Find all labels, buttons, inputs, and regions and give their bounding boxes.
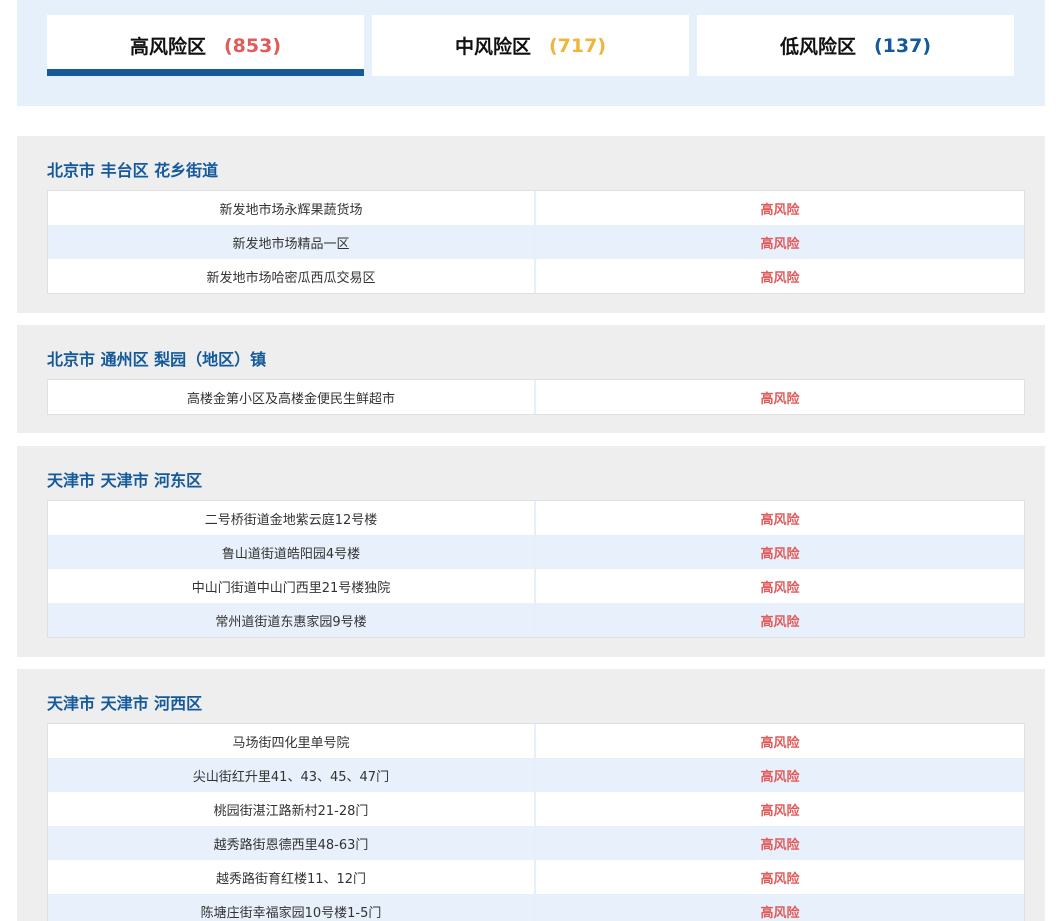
table-row: 高楼金第小区及高楼金便民生鲜超市 高风险 [48,380,1024,414]
area-section-beijing-fengtai: 北京市 丰台区 花乡街道 新发地市场永辉果蔬货场 高风险 新发地市场精品一区 高… [17,136,1045,313]
table-row: 马场街四化里单号院 高风险 [48,724,1024,758]
risk-level-cell: 高风险 [760,202,800,218]
location-cell: 鲁山道街道皓阳园4号楼 [48,535,536,569]
risk-level-tabs: 高风险区 (853) 中风险区 (717) 低风险区 (137) [17,0,1045,106]
area-table: 马场街四化里单号院 高风险 尖山街红升里41、43、45、47门 高风险 桃园街… [47,723,1025,921]
risk-level-cell: 高风险 [760,735,800,751]
tab-low-risk-label: 低风险区 [779,36,856,58]
tab-low-risk[interactable]: 低风险区 (137) [697,15,1014,76]
table-row: 二号桥街道金地紫云庭12号楼 高风险 [48,501,1024,535]
table-row: 中山门街道中山门西里21号楼独院 高风险 [48,569,1024,603]
area-table: 新发地市场永辉果蔬货场 高风险 新发地市场精品一区 高风险 新发地市场哈密瓜西瓜… [47,190,1025,294]
risk-level-cell: 高风险 [760,803,800,819]
tab-medium-risk-label: 中风险区 [454,36,531,58]
table-row: 鲁山道街道皓阳园4号楼 高风险 [48,535,1024,569]
tab-high-risk-count: (853) [223,34,282,57]
table-row: 陈塘庄街幸福家园10号楼1-5门 高风险 [48,894,1024,921]
location-cell: 常州道街道东惠家园9号楼 [48,603,536,637]
risk-level-cell: 高风险 [760,871,800,887]
area-section-beijing-tongzhou: 北京市 通州区 梨园（地区）镇 高楼金第小区及高楼金便民生鲜超市 高风险 [17,325,1045,433]
area-title: 天津市 天津市 河西区 [47,694,203,713]
area-section-tianjin-hedong: 天津市 天津市 河东区 二号桥街道金地紫云庭12号楼 高风险 鲁山道街道皓阳园4… [17,446,1045,657]
table-row: 尖山街红升里41、43、45、47门 高风险 [48,758,1024,792]
tab-high-risk-label: 高风险区 [129,36,206,58]
location-cell: 二号桥街道金地紫云庭12号楼 [48,501,536,535]
table-row: 越秀路街育红楼11、12门 高风险 [48,860,1024,894]
table-row: 常州道街道东惠家园9号楼 高风险 [48,603,1024,637]
risk-level-cell: 高风险 [760,391,800,407]
risk-level-cell: 高风险 [760,580,800,596]
tab-low-risk-count: (137) [873,34,932,57]
table-row: 越秀路街恩德西里48-63门 高风险 [48,826,1024,860]
location-cell: 新发地市场哈密瓜西瓜交易区 [48,259,536,293]
location-cell: 中山门街道中山门西里21号楼独院 [48,569,536,603]
tab-high-risk[interactable]: 高风险区 (853) [47,15,364,76]
location-cell: 高楼金第小区及高楼金便民生鲜超市 [48,380,536,414]
risk-level-cell: 高风险 [760,512,800,528]
location-cell: 桃园街湛江路新村21-28门 [48,792,536,826]
table-row: 桃园街湛江路新村21-28门 高风险 [48,792,1024,826]
area-table: 二号桥街道金地紫云庭12号楼 高风险 鲁山道街道皓阳园4号楼 高风险 中山门街道… [47,500,1025,638]
area-title: 北京市 通州区 梨园（地区）镇 [47,350,267,369]
location-cell: 尖山街红升里41、43、45、47门 [48,758,536,792]
risk-level-cell: 高风险 [760,614,800,630]
location-cell: 越秀路街育红楼11、12门 [48,860,536,894]
location-cell: 马场街四化里单号院 [48,724,536,758]
risk-level-cell: 高风险 [760,270,800,286]
tab-medium-risk[interactable]: 中风险区 (717) [372,15,689,76]
table-row: 新发地市场精品一区 高风险 [48,225,1024,259]
risk-level-cell: 高风险 [760,905,800,921]
location-cell: 陈塘庄街幸福家园10号楼1-5门 [48,894,536,921]
area-title: 北京市 丰台区 花乡街道 [47,161,219,180]
risk-level-cell: 高风险 [760,769,800,785]
area-title: 天津市 天津市 河东区 [47,471,203,490]
table-row: 新发地市场哈密瓜西瓜交易区 高风险 [48,259,1024,293]
location-cell: 新发地市场精品一区 [48,225,536,259]
tab-medium-risk-count: (717) [548,34,607,57]
location-cell: 新发地市场永辉果蔬货场 [48,191,536,225]
risk-level-cell: 高风险 [760,236,800,252]
area-table: 高楼金第小区及高楼金便民生鲜超市 高风险 [47,379,1025,415]
risk-level-cell: 高风险 [760,837,800,853]
table-row: 新发地市场永辉果蔬货场 高风险 [48,191,1024,225]
area-section-tianjin-hexi: 天津市 天津市 河西区 马场街四化里单号院 高风险 尖山街红升里41、43、45… [17,669,1045,921]
risk-level-cell: 高风险 [760,546,800,562]
location-cell: 越秀路街恩德西里48-63门 [48,826,536,860]
